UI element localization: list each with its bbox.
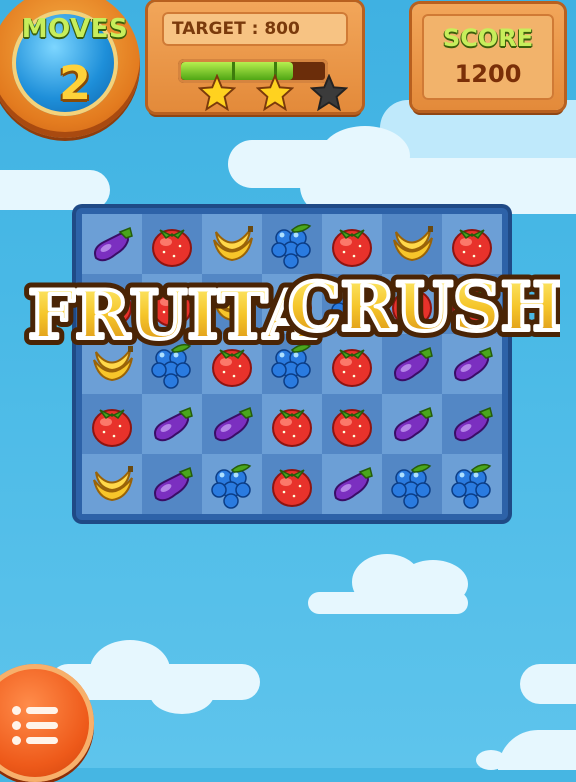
target-panel: TARGET : 800 [148,2,362,112]
board-cell[interactable] [262,454,322,514]
board-cell[interactable] [442,394,502,454]
eggplant-icon [454,406,493,442]
strawberry-icon [272,469,312,507]
logo-text-1: FRUITA [28,276,316,354]
eggplant-icon [214,406,253,442]
board-cell[interactable] [142,454,202,514]
score-panel: SCORE 1200 [412,4,564,110]
eggplant-icon [154,466,193,502]
board-cell[interactable] [142,394,202,454]
star-icon [198,74,236,112]
board-cell[interactable] [322,394,382,454]
board-cell[interactable] [382,394,442,454]
strawberry-icon [92,409,132,447]
strawberry-icon [272,409,312,447]
board-cell[interactable] [382,454,442,514]
board-cell[interactable] [262,394,322,454]
board-cell[interactable] [202,454,262,514]
eggplant-icon [394,406,433,442]
game-logo: FRUITA FRUITA CRUSH! CRUSH! [21,261,560,360]
board-cell[interactable] [82,394,142,454]
grapes-icon [391,463,432,509]
grapes-icon [451,463,492,509]
star-icon [256,74,294,112]
board-cell[interactable] [82,454,142,514]
strawberry-icon [332,409,372,447]
grapes-icon [211,463,252,509]
logo-text-2: CRUSH! [288,268,560,346]
eggplant-icon [334,466,373,502]
banana-icon [93,466,133,502]
board-cell[interactable] [202,394,262,454]
score-value: 1200 [454,60,522,88]
eggplant-icon [154,406,193,442]
board-cell[interactable] [322,454,382,514]
star-icon [310,74,348,112]
score-label: SCORE [442,24,534,52]
board-cell[interactable] [442,454,502,514]
score-box: SCORE 1200 [422,14,554,100]
moves-value: 2 [58,56,91,110]
target-label: TARGET : 800 [162,12,348,46]
moves-label: MOVES [21,14,129,44]
